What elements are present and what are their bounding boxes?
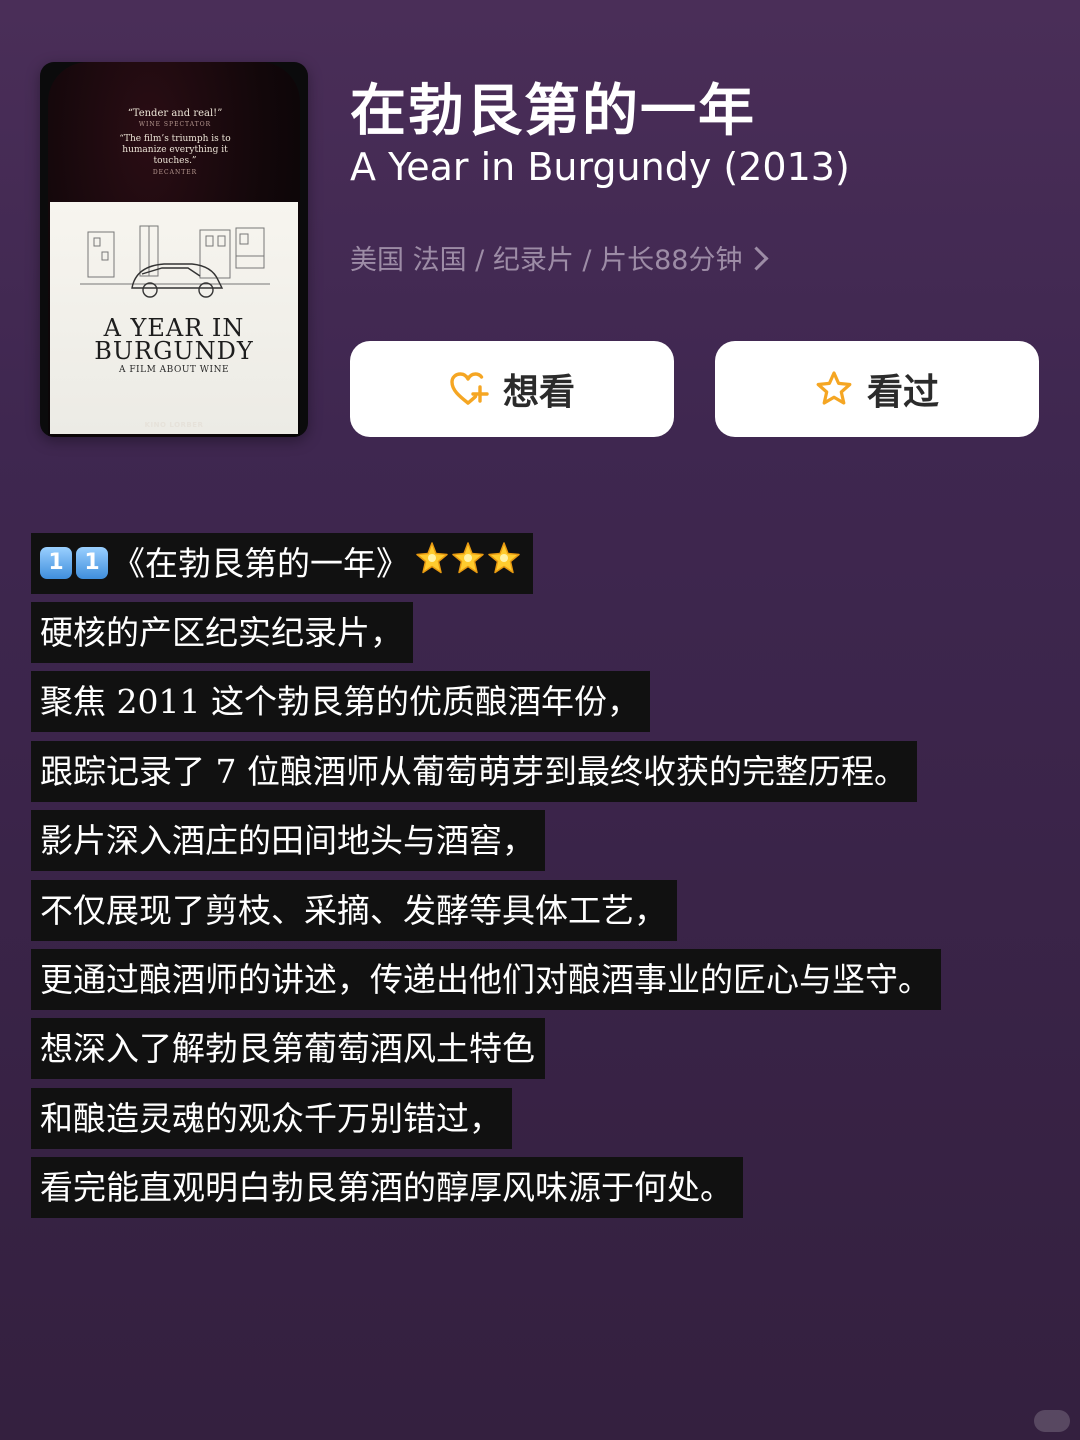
number-badge-icon: 1 <box>40 547 72 579</box>
review-line: 跟踪记录了 7 位酿酒师从葡萄萌芽到最终收获的完整历程。 <box>31 741 917 802</box>
want-to-watch-button[interactable]: 想看 <box>350 341 674 437</box>
review-line: 和酿造灵魂的观众千万别错过， <box>31 1088 512 1149</box>
chevron-right-icon <box>744 246 769 271</box>
village-car-illustration <box>80 225 270 298</box>
poster-tagline: A FILM ABOUT WINE <box>118 365 230 375</box>
movie-meta-link[interactable]: 美国 法国 / 纪录片 / 片长88分钟 <box>350 238 769 277</box>
review-line: 聚焦 2011 这个勃艮第的优质酿酒年份， <box>31 671 650 732</box>
review-line: 不仅展现了剪枝、采摘、发酵等具体工艺， <box>31 880 677 941</box>
distributor-logo: KINO LORBER <box>144 421 204 429</box>
review-heading: 《在勃艮第的一年》 <box>112 544 409 583</box>
watermark-badge <box>1034 1410 1070 1432</box>
review-line: 看完能直观明白勃艮第酒的醇厚风味源于何处。 <box>31 1157 743 1218</box>
watched-label: 看过 <box>866 372 939 413</box>
poster-quotes: “Tender and real!” WINE SPECTATOR “The f… <box>100 108 250 182</box>
review-line: 更通过酿酒师的讲述，传递出他们对酿酒事业的匠心与坚守。 <box>31 949 941 1010</box>
glowing-star-icon <box>488 541 520 573</box>
poster-title-line-2: BURGUNDY <box>94 337 254 365</box>
number-badge-icon: 1 <box>76 547 108 579</box>
poster-quote-1-source: WINE SPECTATOR <box>138 121 212 128</box>
star-outline-icon <box>816 371 852 405</box>
review-line: 想深入了解勃艮第葡萄酒风土特色 <box>31 1018 545 1079</box>
watched-button[interactable]: 看过 <box>715 341 1039 437</box>
poster-quote-2-source: DECANTER <box>152 169 198 176</box>
review-line: 硬核的产区纪实纪录片， <box>31 602 413 663</box>
bottle-label: A YEAR IN BURGUNDY A FILM ABOUT WINE <box>50 202 298 434</box>
review-heading-line: 1 1 《在勃艮第的一年》 <box>31 533 533 594</box>
heart-plus-icon <box>450 372 489 405</box>
movie-poster[interactable]: “Tender and real!” WINE SPECTATOR “The f… <box>40 62 308 437</box>
want-to-watch-label: 想看 <box>502 372 575 413</box>
glowing-star-icon <box>452 541 484 573</box>
glowing-star-icon <box>416 541 448 573</box>
rating-stars <box>415 533 523 594</box>
poster-quote-1: “Tender and real!” <box>127 108 223 119</box>
review-line: 影片深入酒庄的田间地头与酒窖， <box>31 810 545 871</box>
poster-quote-2: “The film’s triumph is to humanize every… <box>119 134 231 166</box>
movie-meta-text: 美国 法国 / 纪录片 / 片长88分钟 <box>350 245 743 276</box>
movie-title-cn: 在勃艮第的一年 <box>350 79 756 144</box>
movie-title-en: A Year in Burgundy (2013) <box>350 145 850 189</box>
